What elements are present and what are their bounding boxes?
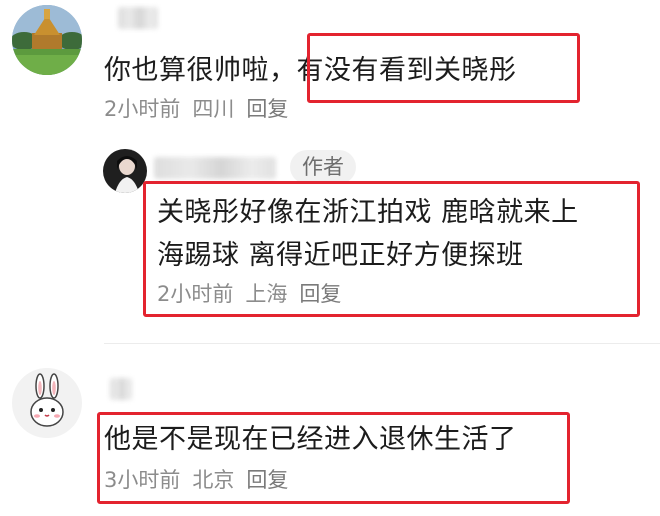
comment-time: 2小时前 xyxy=(104,97,181,121)
blurred-username xyxy=(110,378,132,400)
comment-thread: 你也算很帅啦，有没有看到关晓彤 2小时前 四川 回复 作者 关晓彤好像在浙江拍戏 鹿… xyxy=(0,0,660,516)
highlight-box xyxy=(307,33,580,103)
divider xyxy=(104,343,660,344)
blurred-username xyxy=(118,7,158,29)
highlight-box xyxy=(97,412,570,504)
temple-landscape-avatar-icon[interactable] xyxy=(12,5,82,75)
author-tag: 作者 xyxy=(290,150,356,184)
bunny-avatar-icon[interactable] xyxy=(12,368,82,438)
highlight-box xyxy=(143,181,640,317)
comment-location: 四川 xyxy=(192,97,235,121)
blurred-username xyxy=(154,157,276,179)
dark-portrait-avatar-icon[interactable] xyxy=(103,149,147,193)
comment-text-plain: 你也算很帅啦， xyxy=(104,55,297,86)
comment-meta: 2小时前 四川 回复 xyxy=(104,95,300,123)
reply-button[interactable]: 回复 xyxy=(246,97,288,121)
